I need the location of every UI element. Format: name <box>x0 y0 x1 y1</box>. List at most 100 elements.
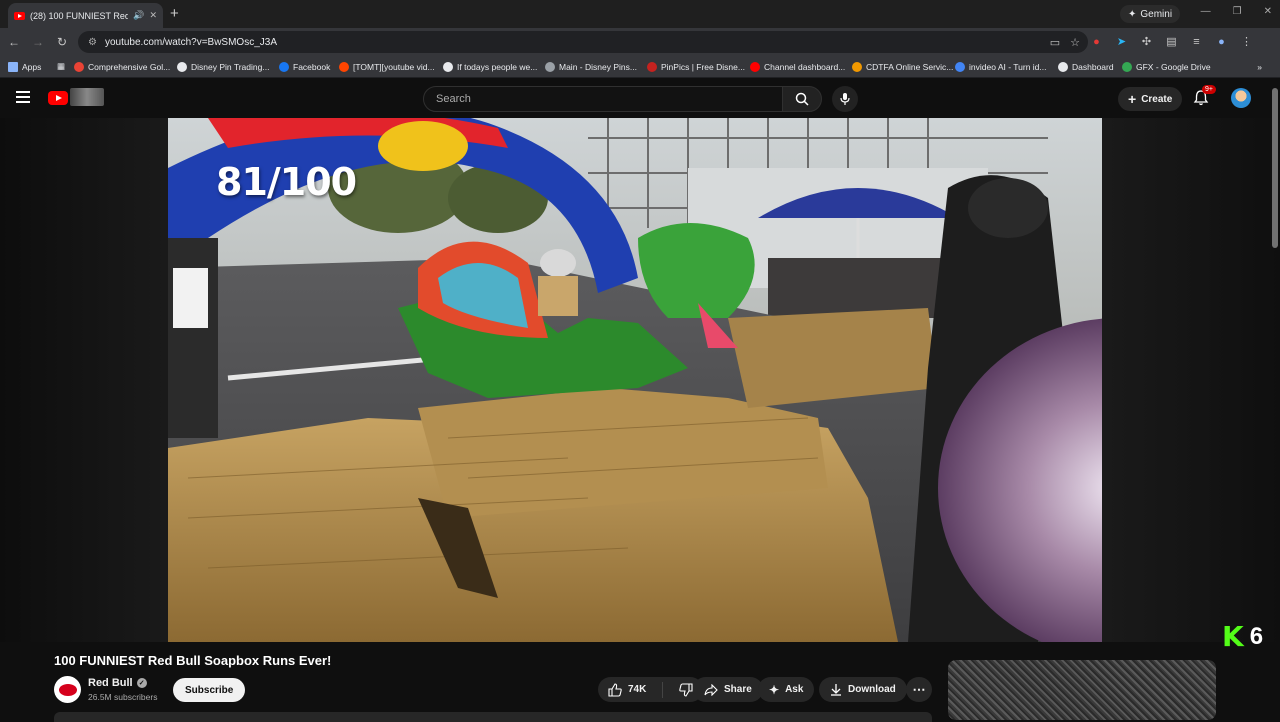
search-icon <box>795 92 809 106</box>
youtube-doodle[interactable] <box>70 88 104 106</box>
video-player[interactable]: 81/100 <box>168 118 1102 642</box>
bookmark-label: CDTFA Online Servic... <box>866 61 954 72</box>
like-count: 74K <box>628 684 647 695</box>
bookmark-item[interactable]: Channel dashboard... <box>750 61 852 72</box>
more-actions-button[interactable]: ⋯ <box>906 677 932 702</box>
bookmark-item[interactable]: Dashboard <box>1058 61 1122 72</box>
facebook-icon <box>279 61 289 72</box>
ambient-left <box>0 118 168 642</box>
share-button[interactable]: Share <box>693 677 763 702</box>
invideo-icon <box>955 61 965 72</box>
channel-avatar[interactable] <box>54 676 81 703</box>
bookmark-label: Comprehensive Gol... <box>88 61 171 72</box>
bookmark-label: If todays people we... <box>457 61 538 72</box>
bookmark-item[interactable]: GFX - Google Drive <box>1122 61 1222 72</box>
bookmark-favicon-icon <box>177 61 187 72</box>
create-label: Create <box>1141 93 1173 105</box>
video-counter-overlay: 81/100 <box>216 160 357 204</box>
browser-menu-icon[interactable]: ⋮ <box>1240 35 1253 48</box>
overlay-number: 6 <box>1249 622 1264 650</box>
site-info-icon[interactable]: ⚙ <box>88 37 97 48</box>
bookmark-label: Dashboard <box>1072 61 1114 72</box>
new-tab-button[interactable]: + <box>170 5 179 22</box>
speaker-icon[interactable]: 🔊 <box>133 10 144 21</box>
bookmark-label: Facebook <box>293 61 331 72</box>
subscriber-count: 26.5M subscribers <box>88 692 158 702</box>
bookmark-star-icon[interactable]: ☆ <box>1070 36 1080 49</box>
address-bar[interactable]: ⚙ youtube.com/watch?v=BwSMOsc_J3A ▭ ☆ <box>78 31 1088 53</box>
gemini-button[interactable]: ✦ Gemini <box>1120 5 1181 23</box>
gemini-sparkle-icon: ✦ <box>1128 8 1137 20</box>
minimize-icon[interactable]: — <box>1201 6 1211 17</box>
gemini-label: Gemini <box>1140 8 1173 20</box>
bookmark-item[interactable]: Facebook <box>279 61 339 72</box>
bookmark-item[interactable]: PinPics | Free Disne... <box>647 61 750 72</box>
profile-icon[interactable]: ● <box>1215 35 1228 48</box>
extension-blue-icon[interactable]: ➤ <box>1115 35 1128 48</box>
side-panel-icon[interactable]: ▤ <box>1165 35 1178 48</box>
tab-groups-icon[interactable]: ▦ <box>48 61 74 72</box>
ask-button[interactable]: ✦ Ask <box>758 677 815 702</box>
stream-overlay-badge: K 6 <box>1222 620 1263 653</box>
maximize-icon[interactable]: ❐ <box>1233 6 1242 17</box>
bookmark-label: Channel dashboard... <box>764 61 846 72</box>
extensions-puzzle-icon[interactable]: ✣ <box>1140 35 1153 48</box>
ask-label: Ask <box>785 684 804 695</box>
cast-icon[interactable]: ▭ <box>1050 36 1060 49</box>
page-scrollbar[interactable] <box>1272 88 1278 248</box>
pinpics-icon <box>647 61 657 72</box>
forward-icon[interactable]: → <box>26 35 50 49</box>
bookmark-item[interactable]: CDTFA Online Servic... <box>852 61 955 72</box>
bookmarks-overflow-icon[interactable]: » <box>1257 62 1262 72</box>
reload-icon[interactable]: ↻ <box>50 35 74 49</box>
video-title: 100 FUNNIEST Red Bull Soapbox Runs Ever! <box>54 653 332 668</box>
bookmark-item[interactable]: Apps <box>8 61 48 72</box>
verified-check-icon: ✓ <box>136 678 147 688</box>
like-divider <box>662 681 664 698</box>
search-button[interactable] <box>782 86 822 112</box>
bookmark-label: invideo AI - Turn id... <box>969 61 1047 72</box>
bookmark-item[interactable]: Comprehensive Gol... <box>74 61 177 72</box>
bookmark-label: Apps <box>22 61 42 72</box>
more-horizontal-icon: ⋯ <box>912 681 926 697</box>
apps-grid-icon <box>8 61 18 72</box>
back-icon[interactable]: ← <box>2 35 26 49</box>
channel-name-row[interactable]: Red Bull ✓ <box>88 677 147 689</box>
bookmark-item[interactable]: invideo AI - Turn id... <box>955 61 1058 72</box>
subscribe-button[interactable]: Subscribe <box>173 678 246 702</box>
recommended-video-thumbnail[interactable] <box>948 660 1216 720</box>
bookmark-label: Disney Pin Trading... <box>191 61 270 72</box>
browser-toolbar: ← → ↻ ⚙ youtube.com/watch?v=BwSMOsc_J3A … <box>0 28 1280 56</box>
create-button[interactable]: + Create <box>1118 87 1183 111</box>
window-close-icon[interactable]: ✕ <box>1264 6 1272 17</box>
browser-tab-strip: (28) 100 FUNNIEST Red Bull 🔊 ✕ + ✦ Gemin… <box>0 0 1280 28</box>
bookmark-favicon-icon <box>1058 61 1068 72</box>
download-label: Download <box>848 684 896 695</box>
bookmark-item[interactable]: [TOMT][youtube vid... <box>339 61 443 72</box>
guide-menu-icon[interactable] <box>16 91 30 103</box>
like-button[interactable]: 74K <box>598 677 656 702</box>
bookmarks-bar: Apps ▦ Comprehensive Gol... Disney Pin T… <box>0 56 1280 78</box>
download-button[interactable]: Download <box>819 677 907 702</box>
bookmark-label: [TOMT][youtube vid... <box>353 61 435 72</box>
description-box[interactable] <box>54 712 932 722</box>
ambient-right <box>1102 118 1280 642</box>
youtube-logo-icon[interactable] <box>48 91 68 105</box>
bookmark-item[interactable]: Main - Disney Pins... <box>545 61 647 72</box>
tab-close-icon[interactable]: ✕ <box>149 10 157 21</box>
bookmark-favicon-icon <box>74 61 84 72</box>
bookmark-item[interactable]: If todays people we... <box>443 61 545 72</box>
youtube-masthead: Search + Create 9+ <box>0 79 1280 119</box>
browser-tab-active[interactable]: (28) 100 FUNNIEST Red Bull 🔊 ✕ <box>8 3 163 28</box>
media-controls-icon[interactable]: ≡ <box>1190 35 1203 48</box>
channel-name: Red Bull <box>88 677 133 689</box>
url-text: youtube.com/watch?v=BwSMOsc_J3A <box>104 36 277 48</box>
bookmark-favicon-icon <box>852 61 862 72</box>
search-input[interactable]: Search <box>423 86 783 112</box>
voice-search-button[interactable] <box>832 86 858 112</box>
reddit-icon <box>339 61 349 72</box>
account-avatar[interactable] <box>1231 88 1251 108</box>
plus-icon: + <box>1128 91 1137 107</box>
extension-red-icon[interactable]: ● <box>1090 35 1103 48</box>
bookmark-item[interactable]: Disney Pin Trading... <box>177 61 279 72</box>
